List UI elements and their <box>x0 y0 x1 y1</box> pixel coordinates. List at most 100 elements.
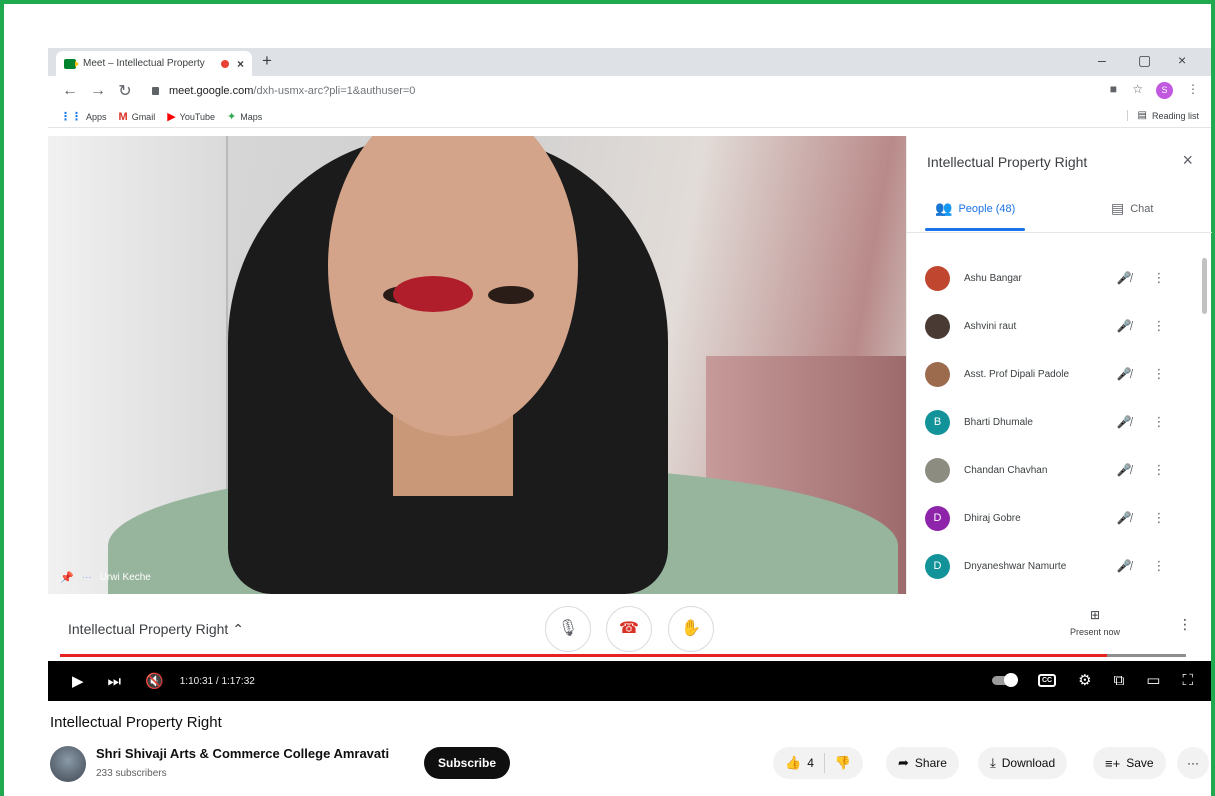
player-controls: ▶ ⏭ 🔇 1:10:31 / 1:17:32 CC ⚙ ⧉ ▭ ⛶ <box>48 661 1211 701</box>
participant-avatar: B <box>925 409 950 435</box>
panel-scrollbar[interactable] <box>1202 258 1207 314</box>
speaker-eye <box>488 286 534 304</box>
browser-menu-icon[interactable]: ⋮ <box>1187 82 1199 96</box>
meeting-title[interactable]: Intellectual Property Right ⌃ <box>68 621 244 638</box>
mic-muted-icon[interactable]: 🎤̸ <box>1104 511 1144 525</box>
like-dislike-group: 👍 4 👎 <box>773 747 864 779</box>
hang-up-icon: ☎ <box>619 620 639 637</box>
save-label: Save <box>1126 756 1154 770</box>
participant-row[interactable]: Ashvini raut 🎤̸ ⋮ <box>907 302 1202 350</box>
youtube-icon: ▶ <box>167 111 176 123</box>
present-now-button[interactable]: ⊞ Present now <box>1060 608 1130 637</box>
tab-close-icon[interactable]: × <box>237 57 244 71</box>
participant-row[interactable]: Chandan Chavhan 🎤̸ ⋮ <box>907 446 1202 494</box>
participant-row[interactable]: Asst. Prof Dipali Padole 🎤̸ ⋮ <box>907 350 1202 398</box>
participant-more-icon[interactable]: ⋮ <box>1144 462 1174 478</box>
audio-level-icon: ··· <box>81 572 92 583</box>
participant-row[interactable]: B Bharti Dhumale 🎤̸ ⋮ <box>907 398 1202 446</box>
reading-list-button[interactable]: ▤ Reading list <box>1126 110 1199 121</box>
bookmark-star-icon[interactable]: ☆ <box>1132 82 1143 96</box>
raise-hand-button[interactable]: ✋ <box>668 606 714 652</box>
download-button[interactable]: ⤓ Download <box>978 747 1068 779</box>
profile-avatar[interactable]: S <box>1156 82 1173 99</box>
mic-muted-icon[interactable]: 🎤̸ <box>1104 367 1144 381</box>
player-right-controls: CC ⚙ ⧉ ▭ ⛶ <box>992 671 1193 689</box>
autoplay-toggle[interactable] <box>992 672 1018 687</box>
pin-icon[interactable]: 📌 <box>60 571 74 584</box>
participant-row[interactable]: Ashu Bangar 🎤̸ ⋮ <box>907 254 1202 302</box>
mute-icon[interactable]: 🔇 <box>145 672 164 690</box>
new-tab-button[interactable]: + <box>262 51 272 71</box>
mic-muted-icon[interactable]: 🎤̸ <box>1104 463 1144 477</box>
participant-name: Dhiraj Gobre <box>964 512 1021 524</box>
mic-muted-icon[interactable]: 🎤̸ <box>1104 415 1144 429</box>
channel-avatar[interactable] <box>50 746 86 782</box>
reading-list-label: Reading list <box>1151 110 1199 121</box>
theater-mode-icon[interactable]: ▭ <box>1146 671 1160 689</box>
window-minimize-button[interactable]: – <box>1098 52 1106 68</box>
participant-more-icon[interactable]: ⋮ <box>1144 318 1174 334</box>
share-button[interactable]: ➦ Share <box>886 747 959 779</box>
participant-more-icon[interactable]: ⋮ <box>1144 366 1174 382</box>
more-actions-button[interactable]: ··· <box>1177 747 1209 779</box>
participant-more-icon[interactable]: ⋮ <box>1144 414 1174 430</box>
participant-avatar: D <box>925 505 950 531</box>
forward-arrow-icon[interactable]: → <box>90 82 106 100</box>
leave-call-button[interactable]: ☎ <box>606 606 652 652</box>
thumbs-down-icon[interactable]: 👎 <box>835 755 851 771</box>
miniplayer-icon[interactable]: ⧉ <box>1114 672 1125 689</box>
gmail-icon: M <box>118 110 128 123</box>
tab-chat[interactable]: ▤ Chat <box>1111 200 1153 217</box>
browser-tab-strip: Meet – Intellectual Property × + – ▢ × <box>48 48 1211 76</box>
participant-row[interactable]: D Dhiraj Gobre 🎤̸ ⋮ <box>907 494 1202 542</box>
tab-people-label: People (48) <box>958 202 1016 215</box>
tab-people[interactable]: 👥 People (48) <box>935 200 1015 217</box>
tab-chat-label: Chat <box>1130 202 1154 215</box>
participant-row[interactable]: D Dnyaneshwar Namurte 🎤̸ ⋮ <box>907 542 1202 590</box>
back-arrow-icon[interactable]: ← <box>62 82 78 100</box>
download-label: Download <box>1001 756 1056 770</box>
play-icon[interactable]: ▶ <box>72 672 84 690</box>
fullscreen-icon[interactable]: ⛶ <box>1182 672 1193 689</box>
panel-close-icon[interactable]: × <box>1182 150 1193 171</box>
participant-more-icon[interactable]: ⋮ <box>1144 558 1174 574</box>
participant-more-icon[interactable]: ⋮ <box>1144 510 1174 526</box>
participant-avatar <box>925 313 950 339</box>
speaker-name-chip: 📌 ··· Urwi Keche <box>60 571 151 584</box>
like-count: 4 <box>807 756 814 770</box>
meet-more-options-icon[interactable]: ⋮ <box>1178 616 1192 633</box>
mic-muted-icon[interactable]: 🎤̸ <box>1104 271 1144 285</box>
download-icon: ⤓ <box>990 755 996 770</box>
bookmark-apps[interactable]: ⋮⋮ Apps <box>60 110 107 123</box>
camera-in-use-icon[interactable]: ■ <box>1110 82 1117 96</box>
mic-muted-icon[interactable]: 🎤̸ <box>1104 319 1144 333</box>
save-button[interactable]: ≡+ Save <box>1093 747 1166 779</box>
player-progress-bar[interactable] <box>60 654 1186 657</box>
bookmark-youtube[interactable]: ▶ YouTube <box>167 110 215 123</box>
thumbs-up-icon[interactable]: 👍 <box>785 755 801 771</box>
mic-muted-icon[interactable]: 🎤̸ <box>1104 559 1144 573</box>
bookmark-maps[interactable]: ✦ Maps <box>227 110 262 123</box>
captions-icon[interactable]: CC <box>1038 673 1057 687</box>
reload-icon[interactable]: ↻ <box>118 81 132 101</box>
present-icon: ⊞ <box>1089 608 1101 622</box>
browser-tab-meet[interactable]: Meet – Intellectual Property × <box>56 51 252 76</box>
window-close-button[interactable]: × <box>1178 52 1186 68</box>
settings-gear-icon[interactable]: ⚙ <box>1078 671 1091 689</box>
participant-avatar <box>925 361 950 387</box>
url-path: /dxh-usmx-arc?pli=1&authuser=0 <box>253 85 416 97</box>
next-video-icon[interactable]: ⏭ <box>108 673 122 690</box>
channel-name[interactable]: Shri Shivaji Arts & Commerce College Amr… <box>96 746 389 761</box>
subscribe-button[interactable]: Subscribe <box>424 747 510 779</box>
speaker-video-tile: 📌 ··· Urwi Keche <box>48 136 906 594</box>
bookmark-label: Apps <box>86 111 107 122</box>
bookmark-gmail[interactable]: M Gmail <box>119 111 156 123</box>
microphone-button[interactable]: 🎙 <box>545 606 591 652</box>
participant-list: Ashu Bangar 🎤̸ ⋮ Ashvini raut 🎤̸ ⋮ Asst. Prof … <box>907 254 1202 590</box>
bookmark-label: YouTube <box>179 111 216 122</box>
participant-more-icon[interactable]: ⋮ <box>1144 270 1174 286</box>
video-title: Intellectual Property Right <box>50 714 222 731</box>
speaker-name: Urwi Keche <box>99 572 151 583</box>
window-maximize-button[interactable]: ▢ <box>1138 52 1151 69</box>
url-input[interactable]: meet.google.com /dxh-usmx-arc?pli=1&auth… <box>152 80 1052 102</box>
